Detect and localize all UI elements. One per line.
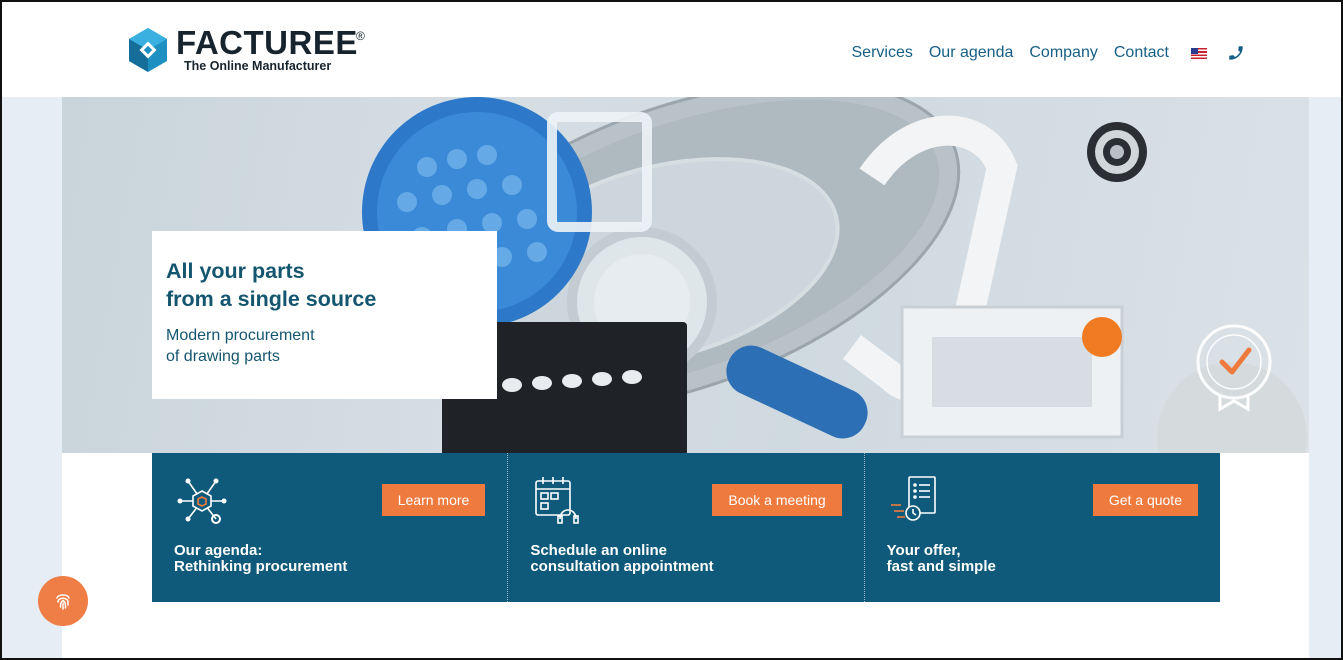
logo-tagline: The Online Manufacturer bbox=[184, 59, 332, 73]
network-hub-icon bbox=[177, 478, 227, 524]
logo-text: FACTUREE The Online Manufacturer bbox=[176, 26, 358, 74]
get-quote-button[interactable]: Get a quote bbox=[1092, 484, 1198, 516]
learn-more-button[interactable]: Learn more bbox=[381, 484, 486, 516]
nav-our-agenda[interactable]: Our agenda bbox=[929, 44, 1014, 62]
fast-document-icon bbox=[890, 476, 936, 521]
logo-wordmark: FACTUREE bbox=[176, 26, 358, 60]
hero-card: All your parts from a single source Mode… bbox=[152, 231, 497, 399]
logo-word-main: FACTUR bbox=[176, 24, 313, 61]
nav-services[interactable]: Services bbox=[852, 44, 913, 62]
hero-subtitle-line2: of drawing parts bbox=[166, 348, 280, 365]
feature-label-consultation: Schedule an online consultation appointm… bbox=[530, 542, 714, 575]
hero-title-line2: from a single source bbox=[166, 287, 377, 311]
nav-contact[interactable]: Contact bbox=[1114, 44, 1169, 62]
nav-company[interactable]: Company bbox=[1029, 44, 1097, 62]
phone-icon[interactable] bbox=[1227, 44, 1245, 62]
feature-get-quote: Get a quote Your offer, fast and simple bbox=[863, 453, 1220, 602]
facturee-logo[interactable]: FACTUREE The Online Manufacturer ® bbox=[124, 26, 365, 74]
hero-title: All your parts from a single source bbox=[166, 257, 483, 313]
us-flag-icon[interactable] bbox=[1191, 47, 1207, 59]
feature-our-agenda: Learn more Our agenda: Rethinking procur… bbox=[152, 453, 507, 602]
site-header: FACTUREE The Online Manufacturer ® Servi… bbox=[2, 2, 1341, 97]
hero-subtitle-line1: Modern procurement bbox=[166, 327, 315, 344]
page-side-right bbox=[1309, 97, 1341, 658]
privacy-settings-button[interactable] bbox=[38, 576, 88, 626]
feature-bar: Learn more Our agenda: Rethinking procur… bbox=[152, 453, 1220, 602]
logo-word-accent: EE bbox=[312, 24, 358, 61]
feature-label-agenda: Our agenda: Rethinking procurement bbox=[174, 542, 348, 575]
fingerprint-icon bbox=[56, 594, 70, 610]
calendar-headset-icon bbox=[535, 477, 580, 524]
hero-subtitle: Modern procurement of drawing parts bbox=[166, 325, 483, 367]
logo-mark-icon bbox=[129, 28, 167, 72]
page-side-left bbox=[2, 97, 62, 658]
hero-title-line1: All your parts bbox=[166, 259, 305, 283]
book-meeting-button[interactable]: Book a meeting bbox=[712, 484, 842, 516]
feature-label-offer: Your offer, fast and simple bbox=[886, 542, 996, 575]
feature-book-meeting: Book a meeting Schedule an online consul… bbox=[507, 453, 863, 602]
registered-mark: ® bbox=[356, 29, 365, 43]
main-nav: Services Our agenda Company Contact bbox=[852, 44, 1246, 62]
